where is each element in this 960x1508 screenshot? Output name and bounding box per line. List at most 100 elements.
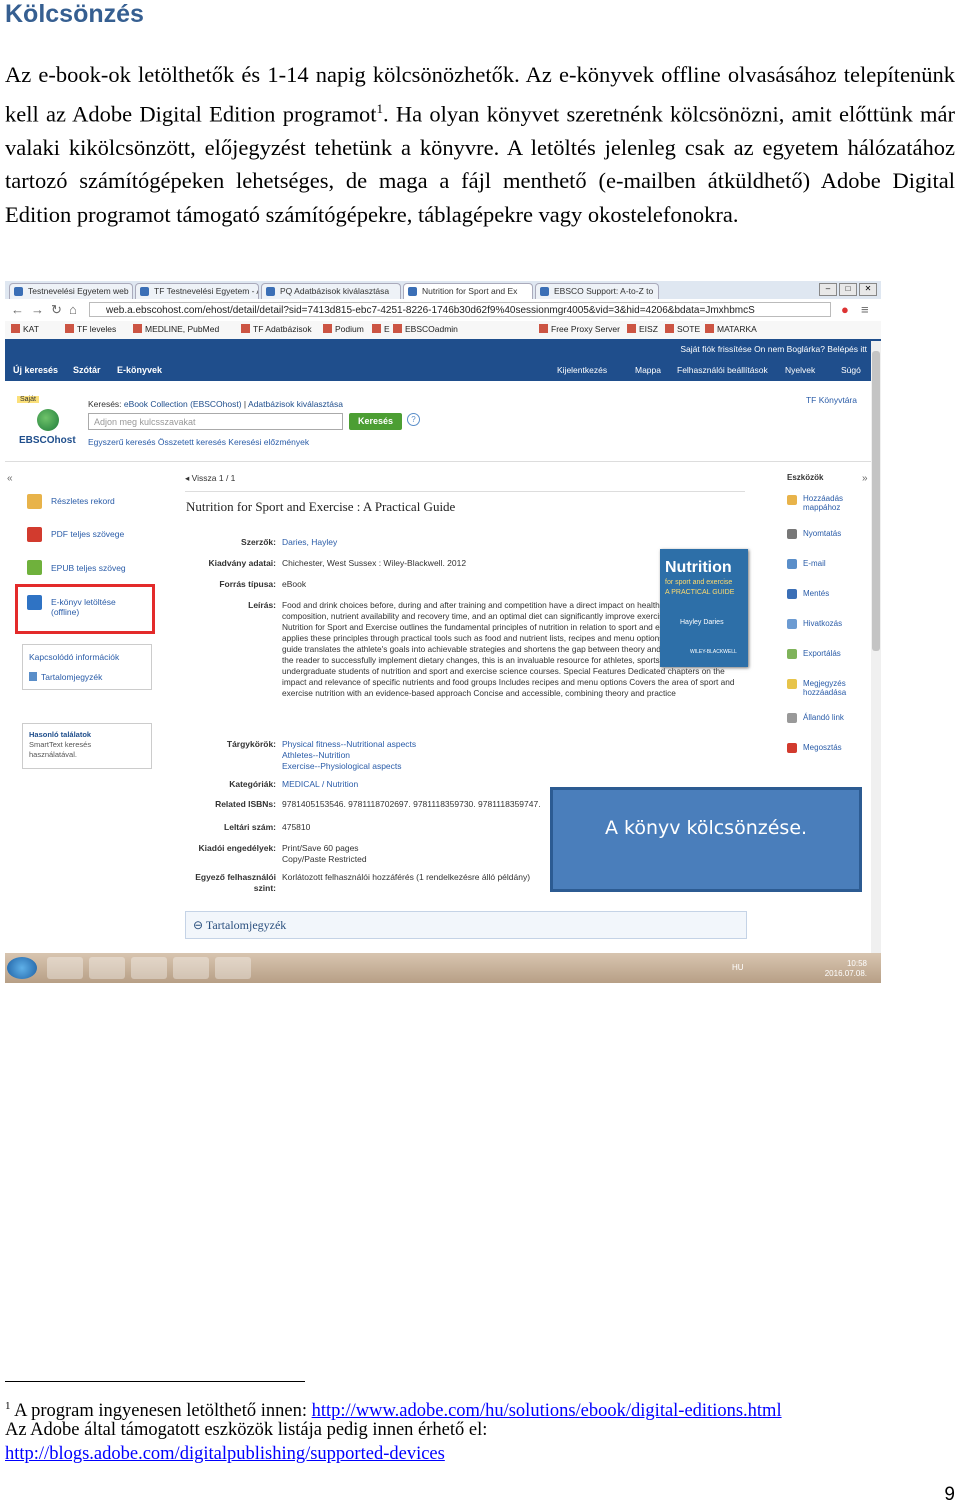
url-field[interactable]: web.a.ebscohost.com/ehost/detail/detail?… — [89, 302, 831, 317]
nav-dictionary[interactable]: Szótár — [73, 365, 101, 375]
search-mode-links[interactable]: Egyszerű keresés Összetett keresés Keres… — [88, 437, 309, 447]
nav-new-search[interactable]: Új keresés — [13, 365, 58, 375]
subject-link[interactable]: Athletes--Nutrition — [282, 750, 350, 760]
thunderbird-icon[interactable] — [131, 957, 167, 979]
explorer-icon[interactable] — [47, 957, 83, 979]
chrome-icon[interactable] — [89, 957, 125, 979]
help-icon[interactable]: ? — [407, 413, 420, 426]
app-icon[interactable] — [173, 957, 209, 979]
logo-name: EBSCOhost — [19, 435, 76, 446]
nav-ebooks[interactable]: E-könyvek — [117, 365, 162, 375]
browser-tab[interactable]: EBSCO Support: A-to-Z to — [535, 283, 659, 299]
nav-languages[interactable]: Nyelvek — [785, 365, 815, 375]
book-cover[interactable]: Nutrition for sport and exercise A PRACT… — [660, 549, 748, 667]
reload-icon[interactable]: ↻ — [51, 302, 62, 318]
start-icon[interactable] — [7, 957, 37, 979]
bookmark-icon — [705, 324, 714, 333]
minimize-icon[interactable]: – — [819, 283, 837, 296]
footnote-line-2: Az Adobe által támogatott eszközök listá… — [5, 1420, 488, 1440]
cover-author: Hayley Daries — [680, 619, 724, 626]
field-label: Leírás: — [248, 600, 276, 610]
category-link[interactable]: MEDICAL / Nutrition — [282, 779, 358, 789]
author-link[interactable]: Daries, Hayley — [282, 537, 337, 547]
save-icon — [787, 589, 797, 599]
toc-bar[interactable]: ⊖ Tartalomjegyzék — [185, 911, 747, 939]
field-label: Kiadói engedélyek: — [198, 843, 276, 853]
favicon-icon — [266, 287, 275, 296]
isbn-list: 9781405153546. 9781118702697. 9781118359… — [282, 799, 541, 809]
field-label: Kategóriák: — [229, 779, 276, 789]
tool-share[interactable]: Megosztás — [803, 743, 842, 752]
forward-icon[interactable]: → — [31, 302, 44, 317]
tool-export[interactable]: Exportálás — [803, 649, 841, 658]
browser-tab[interactable]: PQ Adatbázisok kiválasztása — [261, 283, 401, 299]
bookmark-item[interactable]: E — [372, 324, 390, 334]
taskbar-clock[interactable]: 10:58 2016.07.08. — [825, 959, 867, 979]
bookmark-icon — [539, 324, 548, 333]
subject-link[interactable]: Physical fitness--Nutritional aspects — [282, 739, 416, 749]
account-links[interactable]: Saját fiók frissítése On nem Boglárka? B… — [680, 344, 867, 354]
similar-results-heading[interactable]: Hasonló találatok — [29, 730, 91, 739]
bookmark-item[interactable]: Podium — [323, 324, 364, 334]
result-breadcrumb[interactable]: ◂ Vissza 1 / 1 — [185, 473, 235, 484]
footnote-line-3: http://blogs.adobe.com/digitalpublishing… — [5, 1442, 445, 1466]
body-paragraph: Az e-book-ok letölthetők és 1-14 napig k… — [5, 58, 955, 231]
close-icon[interactable]: ✕ — [859, 283, 877, 296]
subject-link[interactable]: Exercise--Physiological aspects — [282, 761, 402, 771]
word-icon[interactable] — [215, 957, 251, 979]
tool-permalink[interactable]: Állandó link — [803, 713, 844, 722]
tool-email[interactable]: E-mail — [803, 559, 826, 568]
bookmark-item[interactable]: TF leveles — [65, 324, 116, 334]
toc-link[interactable]: Tartalomjegyzék — [41, 672, 102, 682]
bookmark-item[interactable]: EISZ — [627, 324, 658, 334]
bookmark-item[interactable]: EBSCOadmin — [393, 324, 458, 334]
choose-databases-link[interactable]: Adatbázisok kiválasztása — [248, 399, 343, 409]
collapse-icon: ⊖ — [193, 918, 206, 932]
tray-language[interactable]: HU — [732, 963, 744, 972]
collapse-right-icon[interactable]: » — [862, 473, 868, 484]
search-label: Keresés: eBook Collection (EBSCOhost) | … — [88, 399, 343, 409]
bookmark-item[interactable]: Free Proxy Server — [539, 324, 620, 334]
browser-tab[interactable]: TF Testnevelési Egyetem - Ad — [135, 283, 259, 299]
library-link[interactable]: TF Könyvtára — [806, 395, 857, 405]
bookmark-icon — [665, 324, 674, 333]
maximize-icon[interactable]: □ — [839, 283, 857, 296]
publication-info: Chichester, West Sussex : Wiley-Blackwel… — [282, 558, 467, 568]
source-type: eBook — [282, 579, 307, 589]
tool-print[interactable]: Nyomtatás — [803, 529, 841, 538]
scrollbar-thumb[interactable] — [872, 351, 880, 651]
tool-add-to-folder[interactable]: Hozzáadás mappához — [803, 494, 863, 512]
bookmark-item[interactable]: KAT — [11, 324, 39, 334]
logo-globe-icon — [37, 409, 59, 431]
field-label: Egyező felhasználói — [195, 872, 276, 882]
nav-logout[interactable]: Kijelentkezés — [557, 365, 607, 375]
nav-help[interactable]: Súgó — [841, 365, 861, 375]
bookmark-item[interactable]: TF Adatbázisok — [241, 324, 312, 334]
nav-user-settings[interactable]: Felhasználói beállítások — [677, 365, 768, 375]
back-icon[interactable]: ← — [11, 302, 24, 317]
browser-tab[interactable]: Testnevelési Egyetem web — [9, 283, 133, 299]
cite-icon — [787, 619, 797, 629]
bookmark-item[interactable]: MEDLINE, PubMed — [133, 324, 219, 334]
bookmark-item[interactable]: SOTE — [665, 324, 700, 334]
bookmark-item[interactable]: MATARKA — [705, 324, 757, 334]
tool-cite[interactable]: Hivatkozás — [803, 619, 842, 628]
home-icon[interactable]: ⌂ — [69, 302, 77, 317]
related-info-heading: Kapcsolódó információk — [29, 652, 120, 662]
export-icon — [787, 649, 797, 659]
browser-tab-active[interactable]: Nutrition for Sport and Ex — [403, 283, 533, 299]
collapse-left-icon[interactable]: « — [7, 473, 13, 484]
extension-icon[interactable]: ● — [841, 302, 849, 317]
search-input[interactable]: Adjon meg kulcsszavakat — [88, 413, 343, 430]
menu-icon[interactable]: ≡ — [861, 302, 869, 317]
browser-tab-bar: Testnevelési Egyetem web TF Testnevelési… — [5, 281, 881, 299]
detailed-record-link[interactable]: Részletes rekord — [51, 496, 115, 506]
nav-folder[interactable]: Mappa — [635, 365, 661, 375]
tool-save[interactable]: Mentés — [803, 589, 829, 598]
tool-add-note[interactable]: Megjegyzés hozzáadása — [803, 679, 863, 697]
search-button[interactable]: Keresés — [349, 413, 402, 430]
scrollbar[interactable] — [871, 341, 881, 953]
bookmarks-bar: KAT TF leveles MEDLINE, PubMed TF Adatbá… — [5, 321, 881, 340]
supported-devices-link[interactable]: http://blogs.adobe.com/digitalpublishing… — [5, 1444, 445, 1464]
share-icon — [787, 743, 797, 753]
